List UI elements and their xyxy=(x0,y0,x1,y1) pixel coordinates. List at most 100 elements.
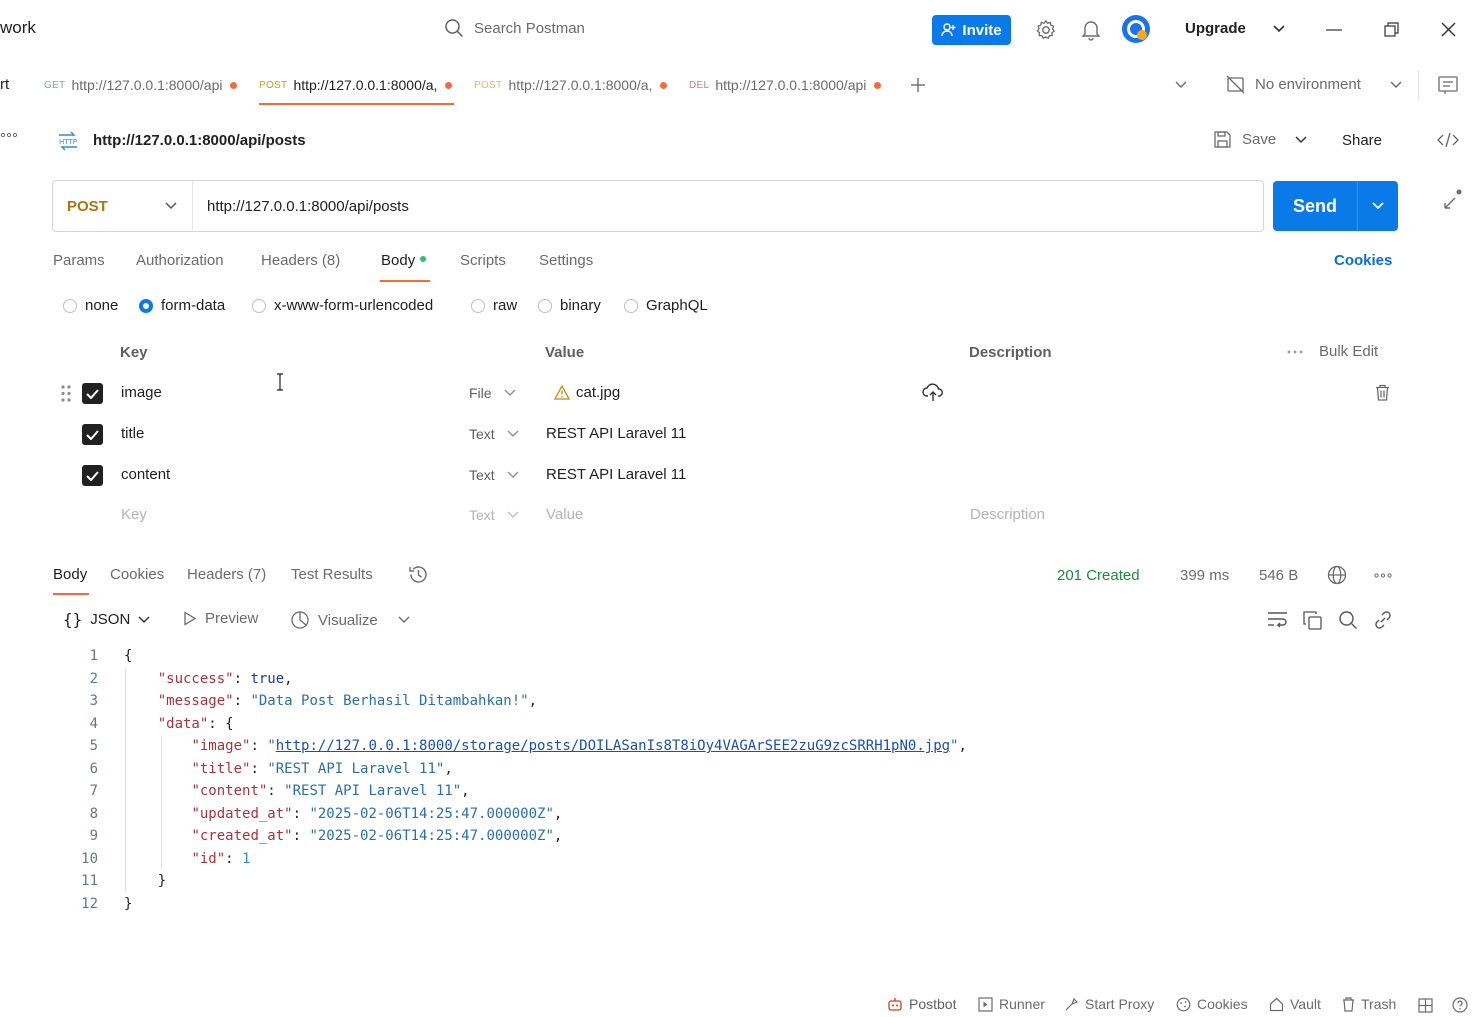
body-type-form-data[interactable]: form-data xyxy=(139,297,225,314)
bell-icon[interactable] xyxy=(1081,19,1101,41)
related-icon[interactable] xyxy=(1440,188,1464,212)
response-tab-test-results[interactable]: Test Results xyxy=(291,566,373,583)
body-type-binary[interactable]: binary xyxy=(538,297,601,314)
footer-start-proxy[interactable]: Start Proxy xyxy=(1064,996,1154,1012)
url-input[interactable]: http://127.0.0.1:8000/api/posts xyxy=(193,198,409,215)
minimize-icon[interactable] xyxy=(1326,29,1342,31)
cloud-upload-icon[interactable] xyxy=(922,382,944,402)
tab-params[interactable]: Params xyxy=(53,252,105,269)
footer-postbot[interactable]: Postbot xyxy=(887,996,956,1012)
row-key[interactable]: image xyxy=(121,384,162,401)
footer-vault[interactable]: Vault xyxy=(1269,996,1321,1012)
row-file-value[interactable]: cat.jpg xyxy=(554,384,620,401)
close-icon[interactable] xyxy=(1441,22,1456,37)
json-url-link[interactable]: http://127.0.0.1:8000/storage/posts/DOIL… xyxy=(276,738,950,754)
chevron-down-icon xyxy=(164,201,178,211)
preview-button[interactable]: Preview xyxy=(183,610,258,627)
row-checkbox[interactable] xyxy=(82,383,103,404)
warning-icon xyxy=(554,385,570,400)
response-tab-body[interactable]: Body xyxy=(53,566,87,583)
share-button[interactable]: Share xyxy=(1326,120,1398,160)
tab-url: http://127.0.0.1:8000/api xyxy=(715,77,867,93)
row-value[interactable]: REST API Laravel 11 xyxy=(546,466,686,483)
invite-button[interactable]: Invite xyxy=(932,15,1011,45)
footer-cookies[interactable]: Cookies xyxy=(1176,996,1248,1012)
method-select[interactable]: POST xyxy=(53,181,193,231)
request-title[interactable]: http://127.0.0.1:8000/api/posts xyxy=(93,132,306,149)
wrap-lines-icon[interactable] xyxy=(1267,611,1288,629)
code-line: 1{ xyxy=(89,648,133,665)
copy-icon[interactable] xyxy=(1303,611,1322,630)
tab-fragment[interactable]: rt xyxy=(0,76,9,93)
http-icon: HTTP xyxy=(56,130,80,152)
gear-icon[interactable] xyxy=(1035,19,1057,41)
row-type-select[interactable]: File xyxy=(469,385,516,401)
bulk-edit-button[interactable]: Bulk Edit xyxy=(1319,343,1378,360)
response-time[interactable]: 399 ms xyxy=(1180,567,1229,584)
layout-icon[interactable] xyxy=(1418,998,1433,1013)
new-key-input[interactable]: Key xyxy=(121,506,147,523)
more-icon[interactable] xyxy=(0,132,18,138)
json-key: "message" xyxy=(157,693,234,710)
restore-icon[interactable] xyxy=(1384,22,1399,37)
cookies-link[interactable]: Cookies xyxy=(1334,252,1392,269)
new-value-input[interactable]: Value xyxy=(546,506,583,523)
row-value[interactable]: REST API Laravel 11 xyxy=(546,425,686,442)
save-button[interactable]: Save xyxy=(1213,130,1308,149)
row-type-select[interactable]: Text xyxy=(469,426,519,442)
upgrade-button[interactable]: Upgrade xyxy=(1185,20,1246,37)
workspace-title[interactable]: work xyxy=(0,18,36,38)
format-select[interactable]: {} JSON xyxy=(63,610,150,629)
tab-authorization[interactable]: Authorization xyxy=(136,252,224,269)
environment-selector[interactable]: No environment xyxy=(1226,75,1403,94)
row-type-select[interactable]: Text xyxy=(469,467,519,483)
new-description-input[interactable]: Description xyxy=(970,506,1045,523)
send-options-button[interactable] xyxy=(1358,201,1398,211)
body-type-raw[interactable]: raw xyxy=(471,297,517,314)
body-type-none[interactable]: none xyxy=(63,297,118,314)
footer-trash[interactable]: Trash xyxy=(1342,996,1396,1012)
drag-handle-icon[interactable] xyxy=(61,385,71,402)
code-icon[interactable] xyxy=(1437,131,1459,149)
response-size[interactable]: 546 B xyxy=(1259,567,1298,584)
row-key[interactable]: title xyxy=(121,425,144,442)
history-icon[interactable] xyxy=(408,564,429,585)
help-icon[interactable] xyxy=(1452,997,1468,1013)
body-type-urlencoded[interactable]: x-www-form-urlencoded xyxy=(252,297,433,314)
plus-icon[interactable] xyxy=(910,77,926,93)
tabs-chevron-down-icon[interactable] xyxy=(1174,80,1188,90)
request-tab[interactable]: GET http://127.0.0.1:8000/api xyxy=(44,65,238,105)
footer-runner[interactable]: Runner xyxy=(978,996,1045,1012)
new-type-select[interactable]: Text xyxy=(469,507,519,523)
row-checkbox[interactable] xyxy=(82,424,103,445)
status-badge[interactable]: 201 Created xyxy=(1057,567,1140,584)
request-tab[interactable]: POST http://127.0.0.1:8000/a, xyxy=(474,65,668,105)
response-tab-cookies[interactable]: Cookies xyxy=(110,566,164,583)
tab-settings[interactable]: Settings xyxy=(539,252,593,269)
row-key[interactable]: content xyxy=(121,466,170,483)
response-body[interactable]: 1{ 2 "success": true, 3 "message": "Data… xyxy=(60,645,967,915)
more-icon[interactable] xyxy=(1374,573,1392,578)
environment-quick-look-icon[interactable] xyxy=(1438,75,1458,95)
send-button[interactable]: Send xyxy=(1273,196,1357,217)
tab-scripts[interactable]: Scripts xyxy=(460,252,506,269)
active-tab-indicator xyxy=(380,280,430,282)
visualize-button[interactable]: Visualize xyxy=(290,610,410,630)
globe-icon[interactable] xyxy=(1327,565,1347,585)
tab-headers[interactable]: Headers (8) xyxy=(261,252,340,269)
request-tab[interactable]: DEL http://127.0.0.1:8000/api xyxy=(689,65,882,105)
search-bar[interactable]: Search Postman xyxy=(444,18,585,38)
chevron-down-icon[interactable] xyxy=(1294,135,1308,145)
chevron-down-icon[interactable] xyxy=(1272,24,1286,34)
more-options-icon[interactable] xyxy=(1287,350,1303,354)
response-tab-headers[interactable]: Headers (7) xyxy=(187,566,266,583)
avatar[interactable] xyxy=(1121,14,1151,44)
row-checkbox[interactable] xyxy=(82,465,103,486)
body-type-graphql[interactable]: GraphQL xyxy=(624,297,708,314)
search-icon[interactable] xyxy=(1338,610,1358,630)
link-icon[interactable] xyxy=(1373,610,1393,630)
request-tab-active[interactable]: POST http://127.0.0.1:8000/a, xyxy=(259,65,454,105)
trash-icon[interactable] xyxy=(1375,384,1390,401)
tab-body[interactable]: Body xyxy=(381,252,427,269)
radio xyxy=(538,298,552,313)
